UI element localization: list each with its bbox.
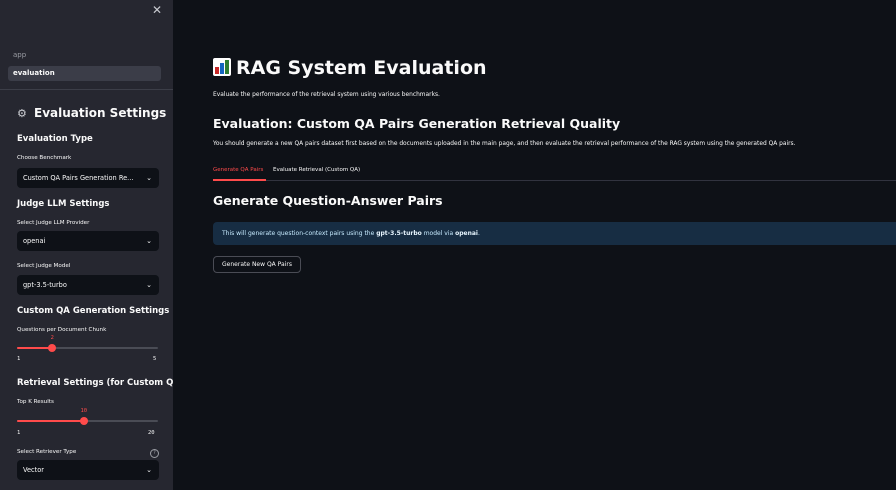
sidebar-divider <box>0 89 173 90</box>
retriever-type-select[interactable]: Vector ⌄ <box>17 460 159 480</box>
tab-generate-qa-pairs[interactable]: Generate QA Pairs <box>213 164 263 176</box>
slider-value: 10 <box>80 408 88 414</box>
page-title: RAG System Evaluation <box>213 57 487 79</box>
slider-max: 20 <box>148 430 155 436</box>
chevron-down-icon: ⌄ <box>146 281 152 289</box>
topk-label: Top K Results <box>17 399 54 405</box>
info-alert: This will generate question-context pair… <box>213 222 896 245</box>
chevron-down-icon: ⌄ <box>146 466 152 474</box>
info-prefix: This will generate question-context pair… <box>222 230 377 237</box>
slider-min: 1 <box>17 430 21 436</box>
judge-model-select[interactable]: gpt-3.5-turbo ⌄ <box>17 275 159 295</box>
nav-item-app[interactable]: app <box>8 48 161 63</box>
slider-thumb[interactable] <box>48 344 57 352</box>
main-content: RAG System Evaluation Evaluate the perfo… <box>173 0 896 490</box>
benchmark-value: Custom QA Pairs Generation Re... <box>23 174 134 182</box>
slider-fill <box>17 347 53 349</box>
active-tab-underline <box>213 179 266 181</box>
judge-provider-label: Select Judge LLM Provider <box>17 220 90 226</box>
retrieval-heading: Retrieval Settings (for Custom QA) <box>17 378 173 388</box>
retriever-type-label: Select Retriever Type <box>17 449 77 455</box>
slider-min: 1 <box>17 356 21 362</box>
nav-item-evaluation[interactable]: evaluation <box>8 66 161 81</box>
tab-bar: Generate QA Pairs Evaluate Retrieval (Cu… <box>213 164 896 181</box>
section-title: Evaluation: Custom QA Pairs Generation R… <box>213 116 621 131</box>
chevron-down-icon: ⌄ <box>146 237 152 245</box>
slider-max: 5 <box>153 356 157 362</box>
judge-model-value: gpt-3.5-turbo <box>23 281 67 289</box>
generate-qa-pairs-button[interactable]: Generate New QA Pairs <box>213 256 301 273</box>
questions-per-chunk-slider[interactable]: 2 <box>17 335 158 355</box>
info-suffix: . <box>477 230 480 237</box>
benchmark-select[interactable]: Custom QA Pairs Generation Re... ⌄ <box>17 168 159 188</box>
sidebar: ✕ app evaluation ⚙ Evaluation Settings Ev… <box>0 0 173 490</box>
slider-thumb[interactable] <box>79 417 88 425</box>
info-provider: openai <box>455 230 478 237</box>
topk-slider[interactable]: 10 <box>17 408 158 428</box>
generate-heading: Generate Question-Answer Pairs <box>213 193 443 208</box>
sidebar-title-text: Evaluation Settings <box>34 106 167 120</box>
chevron-down-icon: ⌄ <box>146 174 152 182</box>
sidebar-title: ⚙ Evaluation Settings <box>17 106 166 120</box>
info-middle: model via <box>421 230 456 237</box>
judge-provider-value: openai <box>23 237 46 245</box>
retriever-type-value: Vector <box>23 466 45 474</box>
page-title-text: RAG System Evaluation <box>236 57 487 79</box>
bar-chart-icon <box>213 58 231 76</box>
judge-heading: Judge LLM Settings <box>17 199 110 209</box>
slider-fill <box>17 420 84 422</box>
close-icon[interactable]: ✕ <box>150 3 164 17</box>
judge-model-label: Select Judge Model <box>17 263 71 269</box>
tab-divider <box>213 180 896 181</box>
gear-icon: ⚙ <box>17 107 27 120</box>
tab-evaluate-retrieval[interactable]: Evaluate Retrieval (Custom QA) <box>273 164 360 176</box>
benchmark-label: Choose Benchmark <box>17 155 72 161</box>
info-model: gpt-3.5-turbo <box>376 230 422 237</box>
custom-qa-heading: Custom QA Generation Settings <box>17 306 170 316</box>
page-caption: Evaluate the performance of the retrieva… <box>213 92 440 98</box>
evaluation-type-heading: Evaluation Type <box>17 134 93 144</box>
help-circle-icon[interactable]: ? <box>150 449 159 458</box>
slider-value: 2 <box>50 335 54 341</box>
section-caption: You should generate a new QA pairs datas… <box>213 141 796 147</box>
judge-provider-select[interactable]: openai ⌄ <box>17 231 159 251</box>
questions-per-chunk-label: Questions per Document Chunk <box>17 327 107 333</box>
